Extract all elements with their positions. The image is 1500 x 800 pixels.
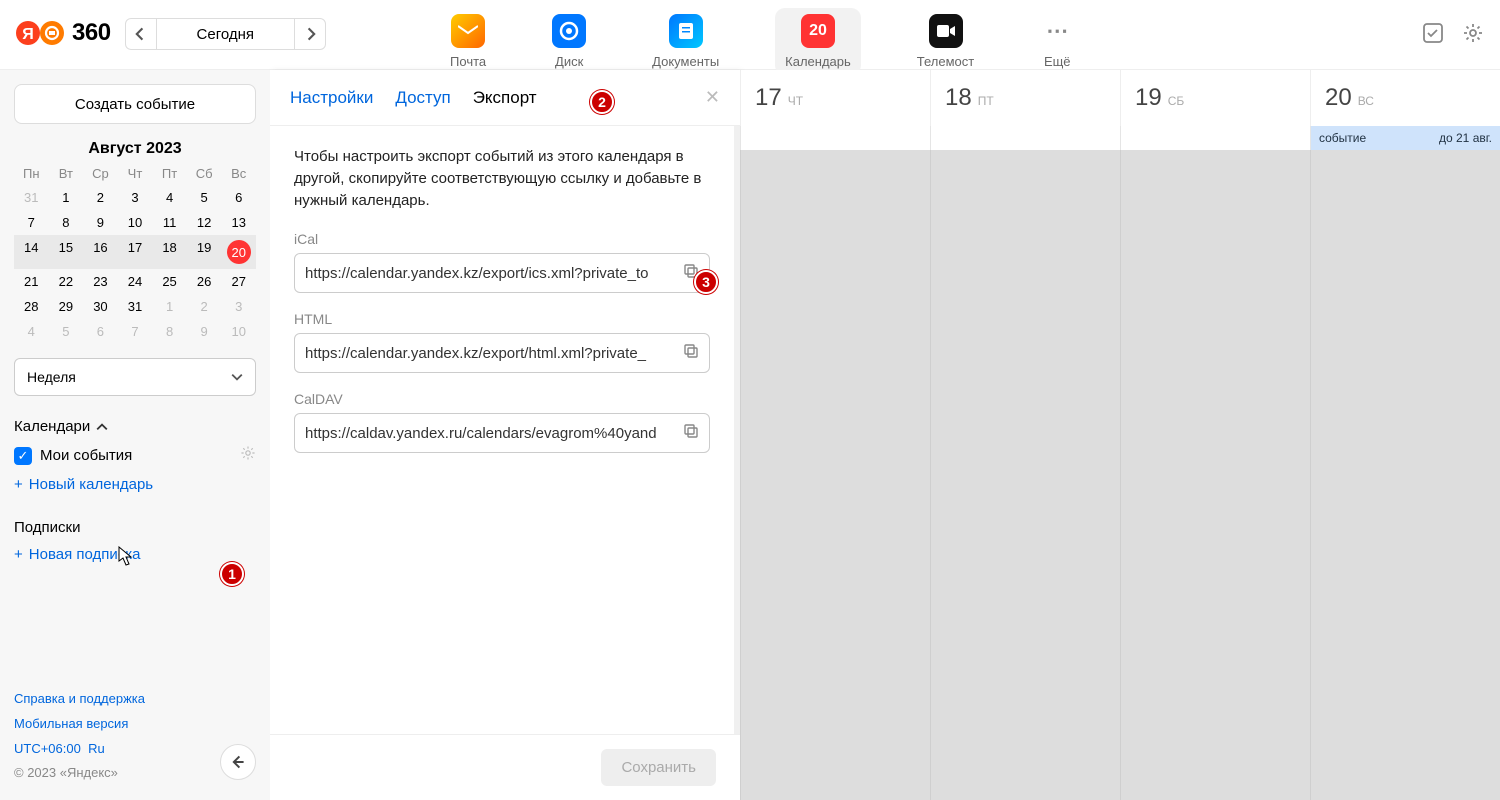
- copy-icon[interactable]: [675, 423, 699, 444]
- chevron-right-icon: [303, 27, 317, 41]
- event-title: событие: [1319, 131, 1366, 145]
- logo[interactable]: Я 360: [16, 8, 111, 48]
- calendar-icon: 20: [801, 14, 835, 48]
- annotation-marker-2: 2: [590, 90, 614, 114]
- service-mail[interactable]: Почта: [440, 8, 496, 75]
- ical-label: iCal: [294, 231, 710, 247]
- documents-icon: [669, 14, 703, 48]
- service-disk[interactable]: Диск: [542, 8, 596, 75]
- service-calendar[interactable]: 20 Календарь: [775, 8, 861, 75]
- service-label: Телемост: [917, 54, 974, 69]
- day-column[interactable]: [740, 150, 930, 800]
- logo-text: 360: [72, 19, 111, 47]
- mini-calendar-week[interactable]: 14151617181920: [14, 235, 256, 269]
- chevron-up-icon: [96, 421, 108, 433]
- prev-button[interactable]: [125, 18, 157, 50]
- chevron-down-icon: [231, 371, 243, 383]
- html-label: HTML: [294, 311, 710, 327]
- service-label: Почта: [450, 54, 486, 69]
- mini-calendar-dow: ПнВтСрЧтПтСбВс: [14, 166, 256, 181]
- tab-settings[interactable]: Настройки: [290, 88, 373, 108]
- ical-url-row: [294, 253, 710, 293]
- day-column[interactable]: [1310, 150, 1500, 800]
- mini-calendar-week[interactable]: 45678910: [14, 319, 256, 344]
- svg-text:Я: Я: [22, 26, 34, 43]
- event-until: до 21 авг.: [1439, 131, 1492, 145]
- telemost-icon: [929, 14, 963, 48]
- caldav-url-input[interactable]: [305, 425, 675, 442]
- collapse-sidebar-button[interactable]: [220, 744, 256, 780]
- mini-calendar-week[interactable]: 78910111213: [14, 210, 256, 235]
- caldav-url-row: [294, 413, 710, 453]
- html-url-input[interactable]: [305, 345, 675, 362]
- new-calendar-link[interactable]: + Новый календарь: [14, 476, 256, 493]
- service-label: Диск: [555, 54, 583, 69]
- calendar-item-label: Мои события: [40, 447, 132, 464]
- view-select-value: Неделя: [27, 369, 76, 385]
- save-button[interactable]: Сохранить: [601, 749, 716, 786]
- settings-gear-icon[interactable]: [1462, 22, 1484, 50]
- export-intro-text: Чтобы настроить экспорт событий из этого…: [294, 146, 710, 211]
- day-header[interactable]: 19СБ: [1120, 70, 1310, 126]
- subscriptions-section-header[interactable]: Подписки: [14, 519, 256, 536]
- disk-icon: [552, 14, 586, 48]
- calendar-item-my-events[interactable]: ✓ Мои события: [14, 445, 256, 466]
- plus-icon: +: [14, 476, 23, 493]
- service-telemost[interactable]: Телемост: [907, 8, 984, 75]
- service-label: Ещё: [1044, 54, 1071, 69]
- new-subscription-link[interactable]: + Новая подписка: [14, 546, 256, 563]
- next-button[interactable]: [294, 18, 326, 50]
- service-label: Документы: [652, 54, 719, 69]
- day-column[interactable]: [930, 150, 1120, 800]
- tab-export[interactable]: Экспорт: [473, 88, 537, 108]
- annotation-marker-1: 1: [220, 562, 244, 586]
- day-header[interactable]: 18ПТ: [930, 70, 1120, 126]
- view-select[interactable]: Неделя: [14, 358, 256, 396]
- annotation-marker-3: 3: [694, 270, 718, 294]
- close-panel-button[interactable]: ✕: [705, 87, 720, 108]
- today-date-cell: 20: [227, 240, 251, 264]
- checkbox-checked-icon[interactable]: ✓: [14, 447, 32, 465]
- mail-icon: [451, 14, 485, 48]
- copy-icon[interactable]: [675, 343, 699, 364]
- create-event-button[interactable]: Создать событие: [14, 84, 256, 124]
- ical-url-input[interactable]: [305, 265, 675, 282]
- event-chip[interactable]: событие до 21 авг.: [1311, 126, 1500, 150]
- yandex-logo-icon: Я: [16, 18, 66, 48]
- language-link[interactable]: Ru: [88, 741, 105, 756]
- mini-calendar-week[interactable]: 21222324252627: [14, 269, 256, 294]
- today-button[interactable]: Сегодня: [157, 18, 295, 50]
- mobile-link[interactable]: Мобильная версия: [14, 712, 256, 737]
- mini-calendar-month: Август 2023: [14, 140, 256, 158]
- tab-access[interactable]: Доступ: [395, 88, 450, 108]
- checklist-icon[interactable]: [1422, 22, 1444, 50]
- calendar-gear-icon[interactable]: [240, 445, 256, 466]
- html-url-row: [294, 333, 710, 373]
- day-column[interactable]: [1120, 150, 1310, 800]
- caldav-label: CalDAV: [294, 391, 710, 407]
- service-more[interactable]: ⋯ Ещё: [1030, 8, 1084, 75]
- help-link[interactable]: Справка и поддержка: [14, 687, 256, 712]
- timezone-link[interactable]: UTC+06:00: [14, 741, 81, 756]
- service-documents[interactable]: Документы: [642, 8, 729, 75]
- calendars-section-header[interactable]: Календари: [14, 418, 256, 435]
- service-label: Календарь: [785, 54, 851, 69]
- more-icon: ⋯: [1040, 14, 1074, 48]
- plus-icon: +: [14, 546, 23, 563]
- arrow-left-icon: [231, 755, 245, 769]
- mini-calendar-week[interactable]: 28293031123: [14, 294, 256, 319]
- day-header[interactable]: 20ВС: [1310, 70, 1500, 126]
- mini-calendar-week[interactable]: 31123456: [14, 185, 256, 210]
- chevron-left-icon: [134, 27, 148, 41]
- day-header[interactable]: 17ЧТ: [740, 70, 930, 126]
